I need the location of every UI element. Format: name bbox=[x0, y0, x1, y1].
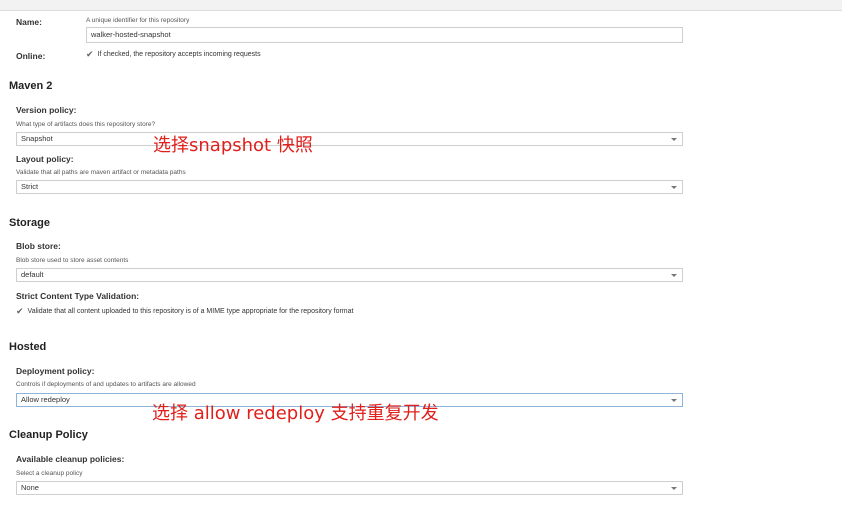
version-policy-help: What type of artifacts does this reposit… bbox=[16, 121, 156, 128]
checkmark-icon: ✔ bbox=[16, 306, 24, 316]
blob-store-value: default bbox=[21, 270, 44, 279]
name-help-text: A unique identifier for this repository bbox=[86, 17, 190, 24]
layout-policy-label: Layout policy: bbox=[16, 154, 74, 164]
chevron-down-icon bbox=[671, 274, 677, 277]
version-policy-label: Version policy: bbox=[16, 105, 77, 115]
deployment-policy-label: Deployment policy: bbox=[16, 366, 95, 376]
strict-content-label: Strict Content Type Validation: bbox=[16, 291, 140, 301]
storage-heading: Storage bbox=[9, 217, 50, 229]
online-checkbox-text: If checked, the repository accepts incom… bbox=[97, 51, 261, 58]
layout-policy-select[interactable]: Strict bbox=[16, 180, 683, 194]
layout-policy-value: Strict bbox=[21, 182, 39, 191]
chevron-down-icon bbox=[671, 399, 677, 402]
checkmark-icon: ✔ bbox=[86, 49, 94, 59]
blob-store-label: Blob store: bbox=[16, 241, 61, 251]
name-label: Name: bbox=[16, 17, 42, 27]
cleanup-policies-help: Select a cleanup policy bbox=[16, 470, 83, 477]
blob-store-select[interactable]: default bbox=[16, 268, 683, 282]
version-policy-value: Snapshot bbox=[21, 134, 53, 143]
cleanup-heading: Cleanup Policy bbox=[9, 429, 88, 441]
version-policy-select[interactable]: Snapshot bbox=[16, 132, 683, 146]
chevron-down-icon bbox=[671, 138, 677, 141]
name-input[interactable]: walker-hosted-snapshot bbox=[86, 27, 683, 43]
top-border-bar bbox=[0, 0, 842, 11]
layout-policy-help: Validate that all paths are maven artifa… bbox=[16, 169, 186, 176]
chevron-down-icon bbox=[671, 186, 677, 189]
chevron-down-icon bbox=[671, 487, 677, 490]
strict-content-checkbox-text: Validate that all content uploaded to th… bbox=[27, 308, 354, 315]
blob-store-help: Blob store used to store asset contents bbox=[16, 257, 129, 264]
strict-content-checkbox[interactable]: ✔ Validate that all content uploaded to … bbox=[16, 307, 353, 316]
cleanup-policies-label: Available cleanup policies: bbox=[16, 454, 125, 464]
deployment-policy-help: Controls if deployments of and updates t… bbox=[16, 381, 196, 388]
cleanup-policies-select[interactable]: None bbox=[16, 481, 683, 495]
annotation-snapshot: 选择snapshot 快照 bbox=[153, 135, 313, 156]
annotation-redeploy: 选择 allow redeploy 支持重复开发 bbox=[152, 403, 439, 424]
maven2-heading: Maven 2 bbox=[9, 80, 53, 92]
cleanup-policies-value: None bbox=[21, 483, 39, 492]
online-checkbox[interactable]: ✔ If checked, the repository accepts inc… bbox=[86, 50, 261, 59]
deployment-policy-value: Allow redeploy bbox=[21, 395, 70, 404]
online-label: Online: bbox=[16, 51, 46, 61]
hosted-heading: Hosted bbox=[9, 341, 47, 353]
